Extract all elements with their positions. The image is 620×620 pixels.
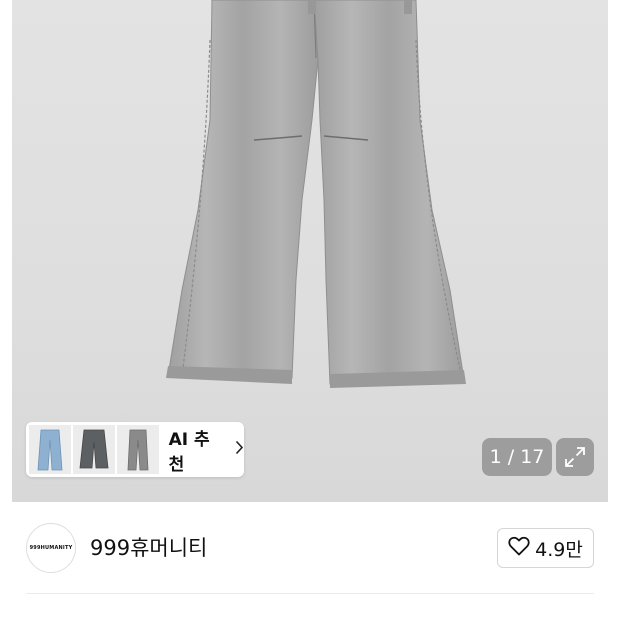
thumbnail-gray-jeans[interactable] (116, 425, 159, 474)
product-detail-screen: AI 추천 1 / 17 999HUMANITY 999휴머니티 4.9만 (0, 0, 620, 620)
thumbnail-light-blue-jeans[interactable] (29, 425, 71, 474)
seller-avatar[interactable]: 999HUMANITY (26, 523, 76, 573)
expand-icon (565, 447, 585, 467)
ai-recommend-label: AI 추천 (168, 429, 210, 475)
expand-button[interactable] (556, 438, 594, 476)
like-button[interactable]: 4.9만 (497, 528, 594, 568)
like-count: 4.9만 (535, 538, 583, 561)
thumbnail-dark-gray-jeans[interactable] (72, 425, 115, 474)
jeans-light-blue-icon (37, 429, 63, 470)
jeans-dark-gray-icon (79, 429, 109, 468)
jeans-gray-icon (127, 429, 149, 470)
seller-name[interactable]: 999휴머니티 (90, 532, 207, 562)
heart-outline-icon (508, 536, 530, 561)
image-counter: 1 / 17 (482, 438, 552, 476)
product-image[interactable]: AI 추천 (12, 0, 608, 502)
ai-recommend-link[interactable]: AI 추천 (169, 425, 244, 475)
seller-logo-text: 999HUMANITY (29, 545, 73, 551)
seller-row: 999HUMANITY 999휴머니티 4.9만 (0, 502, 620, 594)
section-divider (26, 593, 594, 594)
thumbnail-strip: AI 추천 (26, 422, 244, 477)
chevron-right-icon (235, 440, 244, 460)
